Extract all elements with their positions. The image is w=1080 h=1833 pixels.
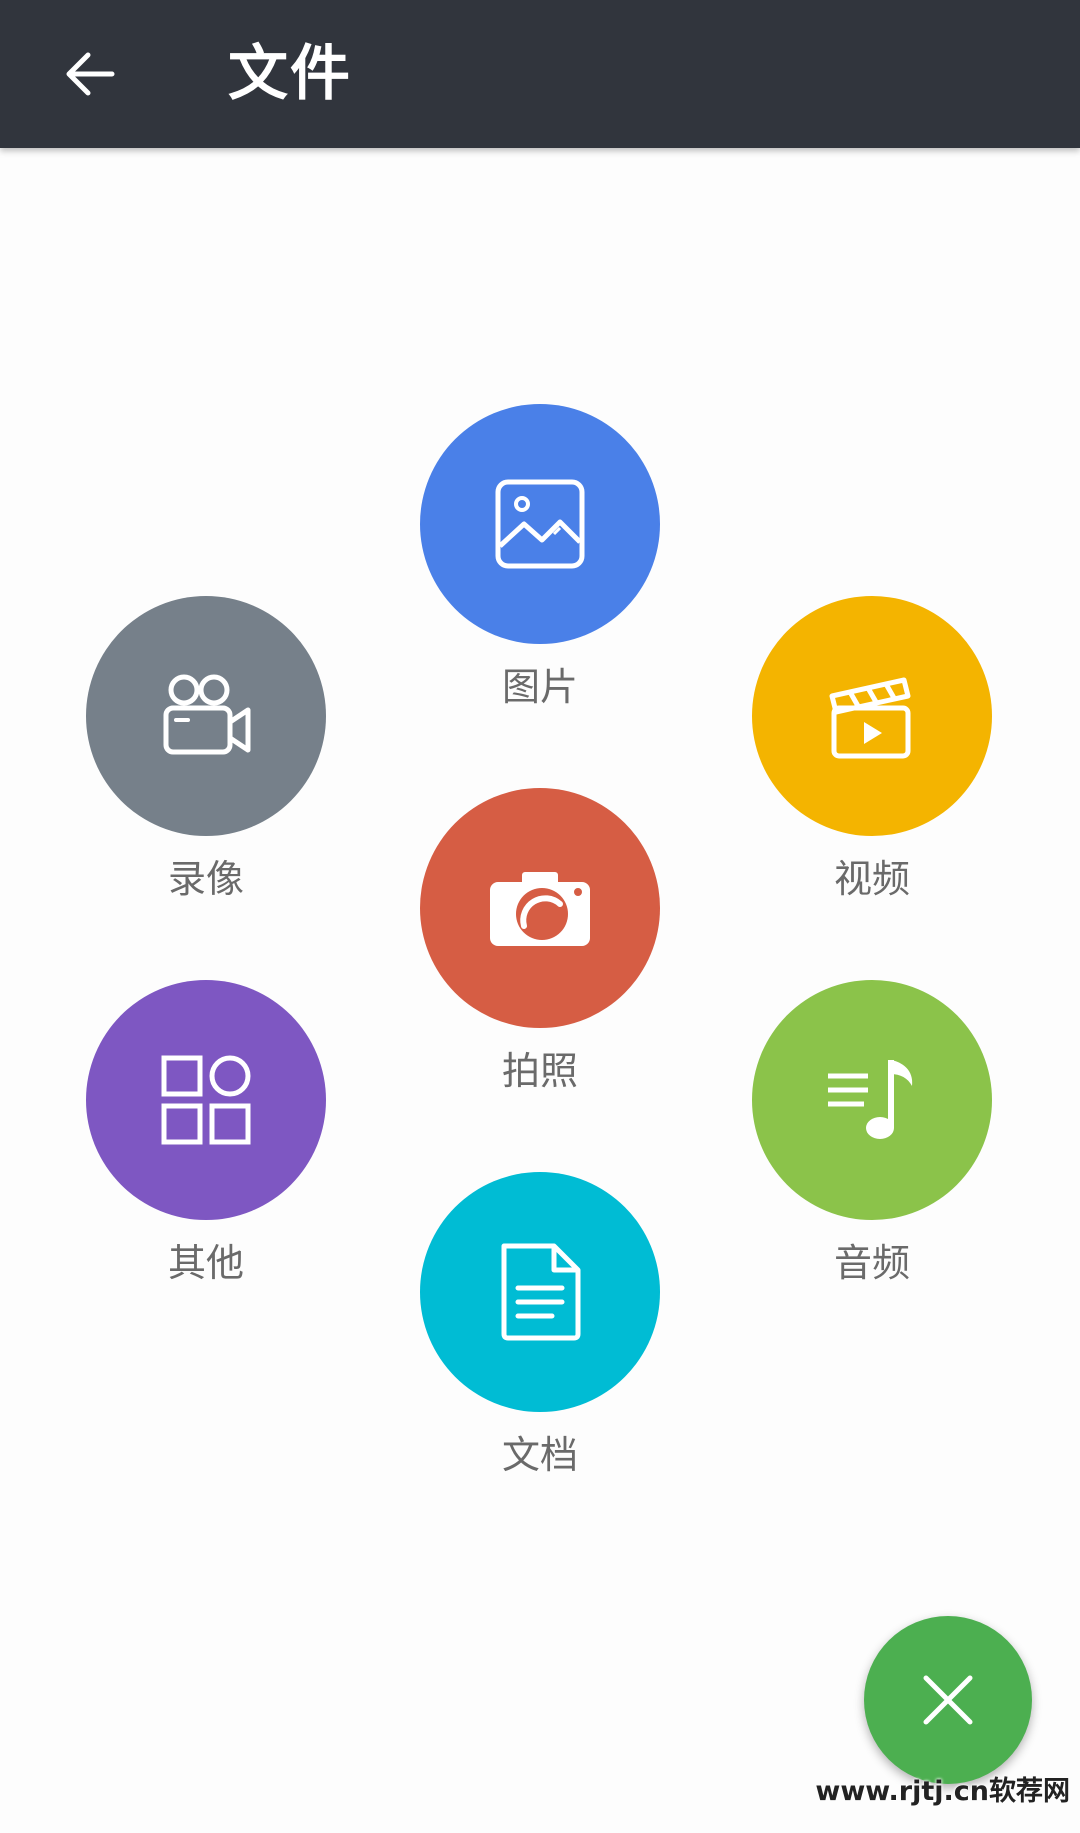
category-docs-circle: [420, 1172, 660, 1412]
category-record-circle: [86, 596, 326, 836]
back-button[interactable]: [40, 24, 140, 124]
category-audio[interactable]: 音频: [752, 980, 992, 1300]
document-icon: [501, 1243, 581, 1341]
watermark-text: www.rjtj.cn软荐网: [815, 1776, 1070, 1807]
music-note-icon: [828, 1060, 913, 1139]
clapperboard-icon: [829, 677, 911, 759]
category-record[interactable]: 录像: [86, 596, 326, 916]
page-title: 文件: [228, 39, 352, 109]
category-images-label: 图片: [501, 665, 578, 709]
category-photo[interactable]: 拍照: [420, 788, 660, 1108]
category-images[interactable]: 图片: [420, 404, 660, 724]
category-video[interactable]: 视频: [752, 596, 992, 916]
close-icon: [923, 1675, 973, 1725]
category-other[interactable]: 其他: [86, 980, 326, 1300]
arrow-left-icon: [66, 52, 115, 96]
close-fab-button[interactable]: [864, 1616, 1032, 1784]
app-bar: 文件: [0, 0, 1080, 148]
category-audio-label: 音频: [833, 1241, 910, 1285]
category-docs-label: 文档: [501, 1433, 578, 1477]
camera-icon: [490, 872, 590, 946]
image-icon: [495, 479, 585, 569]
category-other-label: 其他: [167, 1241, 244, 1285]
category-other-circle: [86, 980, 326, 1220]
grid-icon: [161, 1055, 251, 1145]
category-photo-label: 拍照: [501, 1049, 578, 1093]
category-docs[interactable]: 文档: [420, 1172, 660, 1492]
category-video-circle: [752, 596, 992, 836]
category-record-label: 录像: [167, 857, 244, 901]
category-audio-circle: [752, 980, 992, 1220]
category-images-circle: [420, 404, 660, 644]
category-video-label: 视频: [833, 857, 910, 901]
category-photo-circle: [420, 788, 660, 1028]
video-camera-icon: [163, 674, 251, 755]
